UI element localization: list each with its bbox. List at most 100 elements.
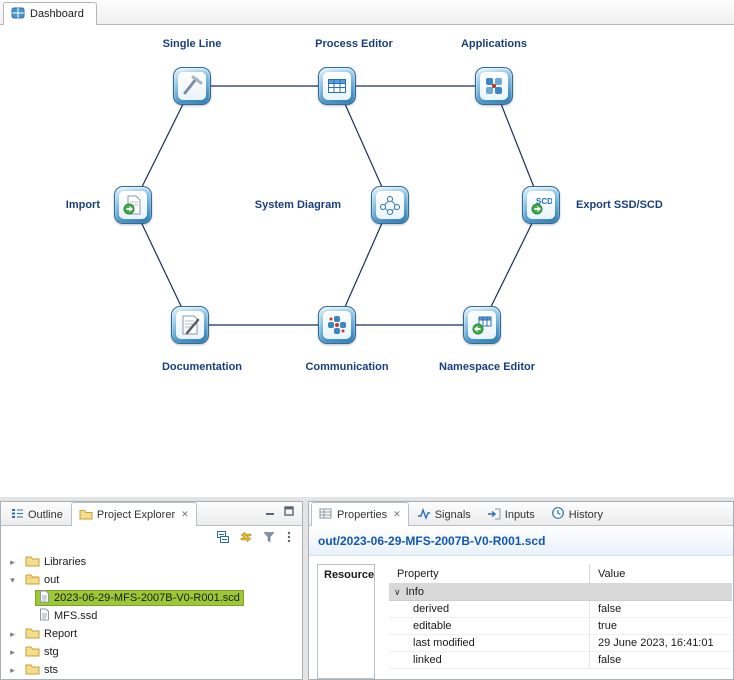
import-label: Import [0,199,100,211]
namespace-editor-label: Namespace Editor [417,361,557,373]
tab-signals-label: Signals [435,509,471,521]
dashboard-canvas: SCD Single Line Process Editor Applicati… [0,25,734,497]
column-header-property: Property [389,568,589,580]
system-diagram-label: System Diagram [201,199,341,211]
dashboard-icon [11,6,25,23]
property-side-tabs: Resource [317,564,375,679]
outline-icon [11,507,24,523]
properties-form-header: out/2023-06-29-MFS-2007B-V0-R001.scd [309,526,733,556]
process-editor-label: Process Editor [284,38,424,50]
documentation-button[interactable] [171,306,209,344]
tree-item-label: MFS.ssd [54,610,97,622]
import-button[interactable] [114,186,152,224]
documentation-icon [176,311,204,339]
tab-dashboard[interactable]: Dashboard [3,2,97,25]
file-icon [39,608,50,624]
process-editor-button[interactable] [318,67,356,105]
communication-label: Communication [277,361,417,373]
tree-item-label: Libraries [44,556,86,568]
properties-icon [319,507,333,523]
applications-button[interactable] [475,67,513,105]
documentation-label: Documentation [132,361,272,373]
chevron-right-icon[interactable]: ▸ [7,647,18,658]
tree-item-label: out [44,574,59,586]
file-icon [39,590,50,606]
tab-project-explorer[interactable]: Project Explorer ✕ [71,502,197,526]
property-row-derived[interactable]: derived false [389,601,732,618]
tab-history[interactable]: History [543,503,611,525]
system-diagram-icon [376,191,404,219]
communication-button[interactable] [318,306,356,344]
process-editor-icon [323,72,351,100]
chevron-right-icon[interactable]: ▸ [7,629,18,640]
property-name: last modified [389,637,589,649]
open-folder-icon [25,572,40,588]
history-icon [551,506,565,523]
namespace-editor-button[interactable] [463,306,501,344]
project-tree: ▸ Libraries ▾ out 2023-06-29-MFS-2007B-V… [1,550,302,679]
tree-item-sts[interactable]: ▸ sts [1,661,302,679]
filter-icon[interactable] [262,530,276,547]
tree-item-ssd-file[interactable]: MFS.ssd [1,607,302,625]
single-line-label: Single Line [122,38,262,50]
tree-item-label: sts [44,664,58,676]
export-ssd-scd-button[interactable]: SCD [522,186,560,224]
property-row-editable[interactable]: editable true [389,618,732,635]
tree-item-out[interactable]: ▾ out [1,571,302,589]
namespace-editor-icon [468,311,496,339]
chevron-down-icon[interactable]: ▾ [7,575,18,586]
close-icon[interactable]: ✕ [181,509,189,520]
chevron-right-icon[interactable]: ▸ [7,665,18,676]
tree-item-stg[interactable]: ▸ stg [1,643,302,661]
property-value: 29 June 2023, 16:41:01 [589,635,732,651]
maximize-icon[interactable] [283,505,295,520]
tab-outline[interactable]: Outline [3,503,71,525]
property-row-linked[interactable]: linked false [389,652,732,669]
single-line-button[interactable] [173,67,211,105]
tab-properties-label: Properties [337,509,387,521]
single-line-icon [178,72,206,100]
tab-properties[interactable]: Properties ✕ [311,502,409,526]
resource-path-title: out/2023-06-29-MFS-2007B-V0-R001.scd [318,534,545,548]
property-table: Property Value ∨ Info derived false edit… [389,564,732,679]
import-icon [119,191,147,219]
tab-dashboard-label: Dashboard [30,8,84,20]
folder-icon [25,554,40,570]
left-view-tab-bar: Outline Project Explorer ✕ [1,502,302,526]
property-group-info[interactable]: ∨ Info [389,584,732,601]
dashboard-connections [0,25,734,497]
tab-outline-label: Outline [28,509,63,521]
project-explorer-panel: Outline Project Explorer ✕ [0,501,303,680]
tree-item-scd-file[interactable]: 2023-06-29-MFS-2007B-V0-R001.scd [1,589,302,607]
side-tab-resource[interactable]: Resource [318,565,374,585]
project-explorer-toolbar [1,526,302,550]
tab-project-explorer-label: Project Explorer [97,509,175,521]
tree-item-label: Report [44,628,77,640]
tree-item-report[interactable]: ▸ Report [1,625,302,643]
left-panel-controls [257,505,302,525]
tab-inputs[interactable]: Inputs [479,503,543,525]
property-group-label: Info [406,586,424,598]
property-name: linked [389,654,589,666]
minimize-icon[interactable] [264,505,276,520]
chevron-down-icon[interactable]: ∨ [394,587,401,598]
system-diagram-button[interactable] [371,186,409,224]
collapse-all-icon[interactable] [216,530,230,547]
property-name: derived [389,603,589,615]
chevron-right-icon[interactable]: ▸ [7,557,18,568]
property-row-last-modified[interactable]: last modified 29 June 2023, 16:41:01 [389,635,732,652]
inputs-icon [487,507,501,523]
export-ssd-scd-label: Export SSD/SCD [576,199,726,211]
property-table-header: Property Value [389,564,732,584]
tree-item-label: stg [44,646,59,658]
applications-icon [480,72,508,100]
link-with-editor-icon[interactable] [239,530,253,547]
tab-signals[interactable]: Signals [409,503,479,525]
tab-history-label: History [569,509,603,521]
tree-item-libraries[interactable]: ▸ Libraries [1,553,302,571]
close-icon[interactable]: ✕ [393,509,401,520]
view-menu-icon[interactable] [285,530,293,547]
tree-item-label: 2023-06-29-MFS-2007B-V0-R001.scd [54,592,240,604]
column-header-value: Value [589,564,732,583]
property-name: editable [389,620,589,632]
